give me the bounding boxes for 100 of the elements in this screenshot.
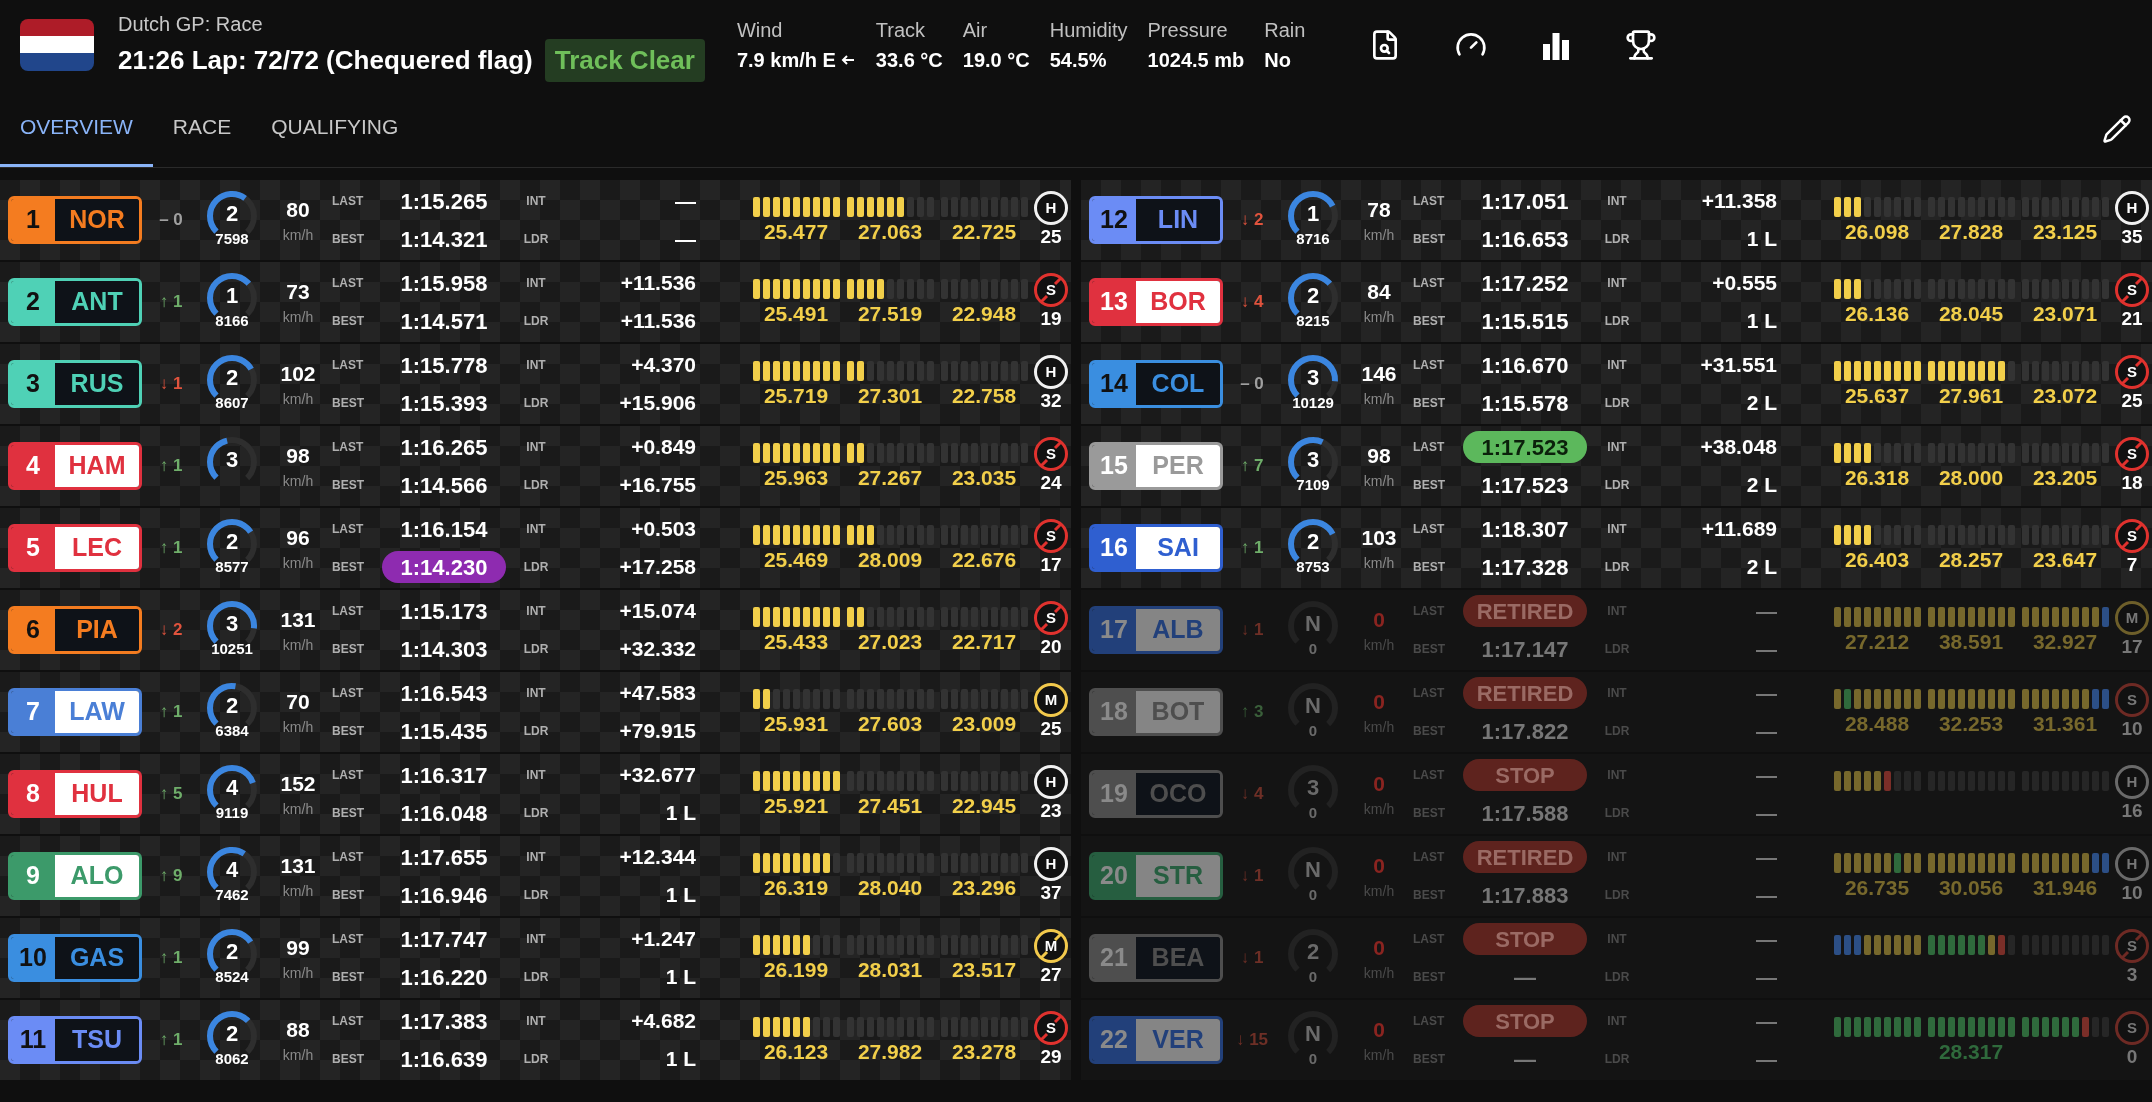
driver-code: ANT — [55, 281, 139, 323]
driver-badge[interactable]: 11 TSU — [8, 1016, 142, 1064]
bar-chart-icon[interactable] — [1541, 30, 1572, 60]
sector-time: 26.318 — [1844, 466, 1910, 488]
sector-time: 25.719 — [763, 384, 829, 406]
speed-unit: km/h — [282, 390, 314, 410]
best-lap-time: 1:17.822 — [1480, 717, 1570, 746]
position-change: ↓ 15 — [1234, 1029, 1270, 1052]
position-number: 5 — [11, 527, 55, 569]
driver-badge[interactable]: 19 OCO — [1089, 770, 1223, 818]
position-number: 17 — [1092, 609, 1136, 651]
driver-code: STR — [1136, 855, 1220, 897]
position-change: ↑ 5 — [158, 783, 184, 806]
interval-value: — — [1755, 762, 1777, 789]
driver-badge[interactable]: 9 ALO — [8, 852, 142, 900]
sector-time: 28.317 — [1938, 1040, 2004, 1062]
driver-badge[interactable]: 12 LIN — [1089, 196, 1223, 244]
driver-badge[interactable]: 5 LEC — [8, 524, 142, 572]
rpm-value: 8062 — [214, 1051, 250, 1066]
last-lap-time: STOP — [1463, 923, 1587, 955]
position-number: 1 — [11, 199, 55, 241]
best-lap-time: 1:16.653 — [1480, 225, 1570, 254]
time-label: LAST — [1413, 439, 1446, 456]
driver-code: LAW — [55, 691, 139, 733]
interval-value: +11.689 — [1700, 516, 1777, 543]
sector-time: 28.488 — [1844, 712, 1910, 734]
speed-unit: km/h — [1363, 226, 1395, 246]
time-label: BEST — [332, 395, 365, 412]
tab[interactable]: OVERVIEW — [0, 90, 153, 167]
driver-badge[interactable]: 16 SAI — [1089, 524, 1223, 572]
gap-label: LDR — [522, 313, 550, 330]
driver-badge[interactable]: 22 VER — [1089, 1016, 1223, 1064]
sector-time: 28.045 — [1938, 302, 2004, 324]
gap-label: LDR — [522, 559, 550, 576]
driver-badge[interactable]: 4 HAM — [8, 442, 142, 490]
driver-code: BOR — [1136, 281, 1220, 323]
rpm-value: 0 — [1307, 805, 1319, 820]
sector-time: 27.961 — [1938, 384, 2004, 406]
interval-value: +47.583 — [618, 680, 696, 707]
time-label: BEST — [332, 887, 365, 904]
last-lap-time: RETIRED — [1463, 841, 1587, 873]
edit-icon[interactable] — [2102, 113, 2132, 144]
driver-badge[interactable]: 10 GAS — [8, 934, 142, 982]
driver-badge[interactable]: 8 HUL — [8, 770, 142, 818]
driver-badge[interactable]: 15 PER — [1089, 442, 1223, 490]
last-lap-time: 1:16.670 — [1480, 351, 1570, 380]
driver-badge[interactable]: 3 RUS — [8, 360, 142, 408]
time-label: BEST — [332, 559, 365, 576]
best-lap-time: 1:15.393 — [399, 389, 489, 418]
driver-badge[interactable]: 21 BEA — [1089, 934, 1223, 982]
position-change: ↓ 1 — [1239, 947, 1265, 970]
sector-time: 27.267 — [857, 466, 923, 488]
speed-value: 0 — [1373, 1016, 1385, 1043]
tab[interactable]: RACE — [152, 90, 252, 167]
driver-badge[interactable]: 7 LAW — [8, 688, 142, 736]
driver-badge[interactable]: 14 COL — [1089, 360, 1223, 408]
speed-value: 73 — [286, 278, 310, 305]
speed-unit: km/h — [282, 226, 314, 246]
driver-badge[interactable]: 2 ANT — [8, 278, 142, 326]
driver-badge[interactable]: 1 NOR — [8, 196, 142, 244]
best-lap-time: 1:16.048 — [399, 799, 489, 828]
best-lap-time: 1:17.588 — [1480, 799, 1570, 828]
driver-badge[interactable]: 17 ALB — [1089, 606, 1223, 654]
gear-number: 4 — [224, 777, 240, 799]
driver-code: ALO — [55, 855, 139, 897]
time-label: LAST — [332, 767, 365, 784]
driver-code: TSU — [55, 1019, 139, 1061]
last-lap-time: 1:16.154 — [399, 515, 489, 544]
sector-time: 27.451 — [857, 794, 923, 816]
speed-unit: km/h — [282, 964, 314, 984]
position-change: ↓ 4 — [1239, 783, 1265, 806]
position-number: 10 — [11, 937, 55, 979]
weather-value: 7.9 km/h E — [736, 48, 836, 73]
sector-time: 25.477 — [763, 220, 829, 242]
speed-value: 131 — [280, 852, 316, 879]
trophy-icon[interactable] — [1625, 29, 1658, 61]
driver-code: OCO — [1136, 773, 1220, 815]
sector-time: 22.717 — [951, 630, 1017, 652]
best-lap-time: 1:17.883 — [1480, 881, 1570, 910]
tyre-laps: 18 — [2121, 471, 2143, 495]
position-change: – 0 — [1239, 373, 1265, 396]
sector-time: 38.591 — [1938, 630, 2004, 652]
sector-time: 23.205 — [2032, 466, 2098, 488]
driver-badge[interactable]: 6 PIA — [8, 606, 142, 654]
gear-number: 4 — [224, 859, 240, 881]
sector-time: 26.199 — [763, 958, 829, 980]
gear-number: 2 — [1305, 285, 1321, 307]
best-lap-time: 1:16.639 — [399, 1045, 489, 1074]
last-lap-time: 1:17.383 — [399, 1007, 489, 1036]
sector-time: 27.063 — [857, 220, 923, 242]
interval-value: +12.344 — [618, 844, 696, 871]
tab[interactable]: QUALIFYING — [251, 90, 419, 167]
leader-gap-value: — — [1755, 882, 1777, 909]
sector-time: 25.491 — [763, 302, 829, 324]
speed-unit: km/h — [282, 718, 314, 738]
driver-badge[interactable]: 13 BOR — [1089, 278, 1223, 326]
sector-time: 23.035 — [951, 466, 1017, 488]
sector-time: 28.257 — [1938, 548, 2004, 570]
driver-code: VER — [1136, 1019, 1220, 1061]
best-lap-time: 1:14.321 — [399, 225, 489, 254]
